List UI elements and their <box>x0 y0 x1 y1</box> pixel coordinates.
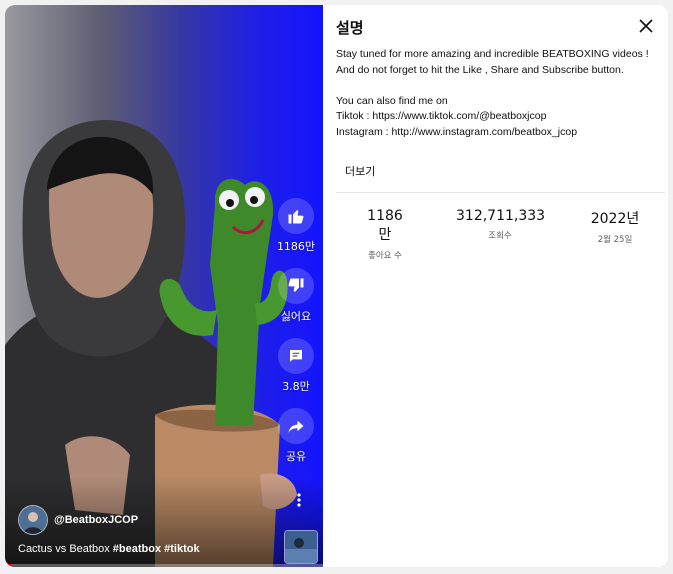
progress-fill <box>5 564 12 567</box>
panel-title: 설명 <box>336 19 364 37</box>
thumbs-down-icon <box>278 268 314 304</box>
caption-text: Cactus vs Beatbox <box>18 543 113 555</box>
stat-likes: 1186만 좋아요 수 <box>363 208 407 261</box>
progress-bar[interactable] <box>5 564 323 567</box>
thumbs-up-icon <box>278 198 314 234</box>
stat-date: 2022년 2월 25일 <box>588 208 642 245</box>
channel-info[interactable]: @BeatboxJCOP <box>18 505 138 535</box>
video-caption: Cactus vs Beatbox #beatbox #tiktok <box>18 543 200 555</box>
divider <box>336 192 665 193</box>
comment-icon <box>278 338 314 374</box>
stat-unit: 좋아요 수 <box>368 251 402 261</box>
comment-count: 3.8만 <box>282 380 310 393</box>
like-button[interactable]: 1186만 <box>275 198 317 254</box>
close-icon[interactable] <box>637 17 655 35</box>
comment-button[interactable]: 3.8만 <box>275 338 317 394</box>
shorts-video-player[interactable]: 1186만 싫어요 3.8만 공유 @BeatboxJCOP Cactus vs… <box>5 5 323 567</box>
tiktok-link[interactable]: Tiktok : https://www.tiktok.com/@beatbox… <box>336 109 661 125</box>
share-label: 공유 <box>285 450 307 463</box>
sound-thumbnail[interactable] <box>284 530 318 564</box>
more-vertical-icon[interactable] <box>289 490 309 510</box>
description-line: You can also find me on <box>336 94 448 107</box>
stat-value: 2022년 <box>590 211 640 227</box>
stat-value: 312,711,333 <box>456 208 546 224</box>
instagram-link[interactable]: Instagram : http://www.instagram.com/bea… <box>336 125 661 141</box>
stat-unit: 2월 25일 <box>597 235 633 245</box>
description-line <box>336 78 661 94</box>
dislike-button[interactable]: 싫어요 <box>275 268 317 324</box>
show-more-button[interactable]: 더보기 <box>345 163 375 179</box>
description-line: Stay tuned for more amazing and incredib… <box>336 48 649 60</box>
stat-views: 312,711,333 조회수 <box>456 208 546 241</box>
description-text: Stay tuned for more amazing and incredib… <box>336 47 661 140</box>
channel-name[interactable]: @BeatboxJCOP <box>54 514 138 526</box>
description-line: And do not forget to hit the Like , Shar… <box>336 63 624 76</box>
caption-hashtags[interactable]: #beatbox #tiktok <box>113 543 200 555</box>
stat-value: 1186만 <box>367 208 403 243</box>
dislike-label: 싫어요 <box>280 310 312 323</box>
share-icon <box>278 408 314 444</box>
channel-avatar[interactable] <box>18 505 48 535</box>
share-button[interactable]: 공유 <box>275 408 317 464</box>
like-count: 1186만 <box>276 240 316 253</box>
stat-unit: 조회수 <box>488 231 512 241</box>
description-panel: 설명 Stay tuned for more amazing and incre… <box>323 5 668 567</box>
